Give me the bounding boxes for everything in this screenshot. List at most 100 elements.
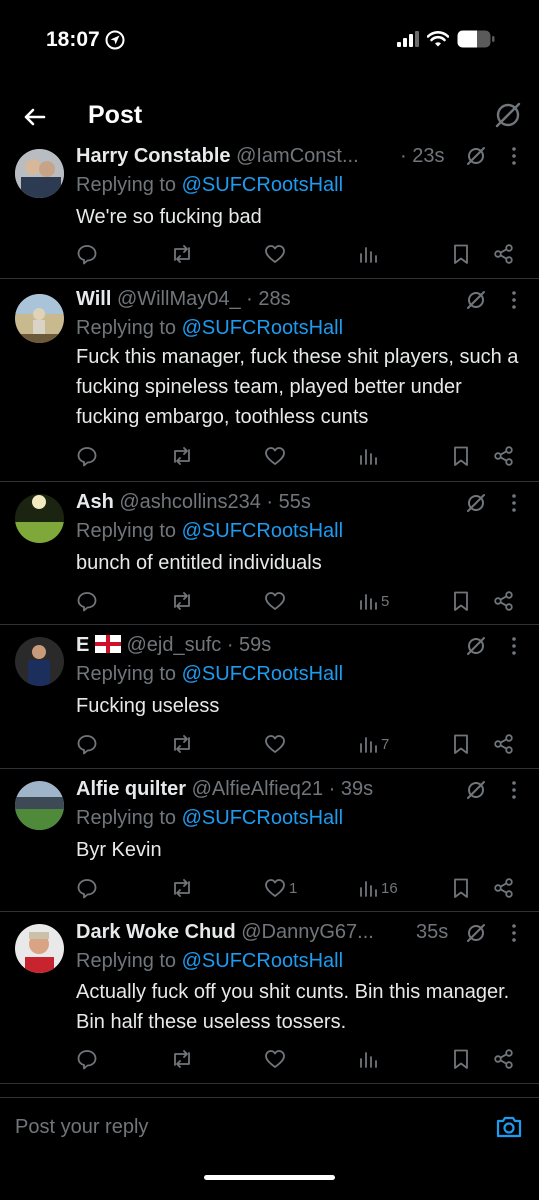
back-arrow-icon[interactable] bbox=[20, 102, 50, 132]
author-name[interactable]: Will bbox=[76, 288, 111, 310]
avatar[interactable] bbox=[15, 494, 64, 543]
author-name[interactable]: Dark Woke Chud bbox=[76, 921, 236, 943]
grok-icon[interactable] bbox=[465, 922, 487, 944]
like-icon bbox=[265, 879, 285, 897]
post-text: Fucking useless bbox=[76, 695, 220, 717]
like-icon bbox=[265, 735, 285, 753]
reply-button[interactable] bbox=[76, 875, 98, 901]
post-header: Post bbox=[0, 92, 539, 142]
mention-link[interactable]: @SUFCRootsHall bbox=[182, 950, 343, 972]
reply-post[interactable]: Alfie quilter @AlfieAlfieq21 · 39s Reply… bbox=[0, 769, 539, 912]
more-icon[interactable] bbox=[505, 145, 523, 167]
reply-post[interactable]: Harry Constable @IamConst... · 23s Reply… bbox=[0, 142, 539, 279]
like-button[interactable] bbox=[264, 588, 289, 614]
signal-icon bbox=[397, 31, 419, 47]
grok-icon[interactable] bbox=[465, 635, 487, 657]
post-author: Will @WillMay04_ · 28s bbox=[76, 286, 467, 312]
reply-icon bbox=[77, 879, 97, 899]
views-button[interactable]: 16 bbox=[358, 875, 398, 901]
page-title: Post bbox=[88, 101, 143, 129]
avatar[interactable] bbox=[15, 637, 64, 686]
author-name[interactable]: Ash bbox=[76, 491, 114, 513]
grok-icon[interactable] bbox=[465, 779, 487, 801]
avatar[interactable] bbox=[15, 924, 64, 973]
views-button[interactable]: 5 bbox=[358, 588, 389, 614]
author-name[interactable]: Harry Constable bbox=[76, 145, 231, 167]
bookmark-button[interactable] bbox=[452, 731, 470, 757]
more-icon[interactable] bbox=[505, 922, 523, 944]
reply-post[interactable]: Will @WillMay04_ · 28s Replying to @SUFC… bbox=[0, 279, 539, 482]
avatar[interactable] bbox=[15, 149, 64, 198]
share-button[interactable] bbox=[493, 1046, 515, 1072]
status-time: 18:07 bbox=[46, 28, 100, 51]
share-icon bbox=[494, 244, 513, 264]
reply-input[interactable] bbox=[15, 1116, 435, 1139]
author-handle[interactable]: @DannyG67... bbox=[241, 921, 374, 943]
grok-icon[interactable] bbox=[465, 289, 487, 311]
mention-link[interactable]: @SUFCRootsHall bbox=[182, 174, 343, 196]
author-handle[interactable]: @ashcollins234 bbox=[119, 491, 261, 513]
repost-button[interactable] bbox=[170, 875, 194, 901]
author-name[interactable]: E bbox=[76, 634, 89, 656]
views-button[interactable] bbox=[358, 241, 381, 267]
bookmark-button[interactable] bbox=[452, 241, 470, 267]
share-icon bbox=[494, 446, 513, 466]
author-name[interactable]: Alfie quilter bbox=[76, 778, 186, 800]
reply-button[interactable] bbox=[76, 1046, 98, 1072]
author-handle[interactable]: @IamConst... bbox=[236, 145, 359, 167]
home-indicator[interactable] bbox=[204, 1175, 335, 1180]
grok-icon[interactable] bbox=[465, 492, 487, 514]
bookmark-button[interactable] bbox=[452, 1046, 470, 1072]
avatar[interactable] bbox=[15, 781, 64, 830]
repost-button[interactable] bbox=[170, 1046, 194, 1072]
post-text: Fuck this manager, fuck these shit playe… bbox=[76, 346, 519, 428]
bookmark-button[interactable] bbox=[452, 588, 470, 614]
mention-link[interactable]: @SUFCRootsHall bbox=[182, 663, 343, 685]
bookmark-button[interactable] bbox=[452, 443, 470, 469]
like-button[interactable] bbox=[264, 443, 289, 469]
share-button[interactable] bbox=[493, 731, 515, 757]
reply-post[interactable]: Dark Woke Chud @DannyG67... 35s Replying… bbox=[0, 912, 539, 1084]
repost-button[interactable] bbox=[170, 731, 194, 757]
repost-button[interactable] bbox=[170, 443, 194, 469]
reply-button[interactable] bbox=[76, 241, 98, 267]
share-button[interactable] bbox=[493, 241, 515, 267]
reply-button[interactable] bbox=[76, 731, 98, 757]
reply-button[interactable] bbox=[76, 588, 98, 614]
mention-link[interactable]: @SUFCRootsHall bbox=[182, 317, 343, 339]
share-button[interactable] bbox=[493, 588, 515, 614]
reply-composer bbox=[0, 1097, 539, 1159]
bookmark-button[interactable] bbox=[452, 875, 470, 901]
views-button[interactable] bbox=[358, 443, 381, 469]
views-button[interactable] bbox=[358, 1046, 381, 1072]
share-button[interactable] bbox=[493, 875, 515, 901]
like-button[interactable] bbox=[264, 1046, 289, 1072]
more-icon[interactable] bbox=[505, 635, 523, 657]
reply-button[interactable] bbox=[76, 443, 98, 469]
grok-icon[interactable] bbox=[465, 145, 487, 167]
more-icon[interactable] bbox=[505, 289, 523, 311]
share-button[interactable] bbox=[493, 443, 515, 469]
post-time: · 59s bbox=[226, 634, 272, 656]
avatar[interactable] bbox=[15, 294, 64, 343]
author-handle[interactable]: @AlfieAlfieq21 bbox=[192, 778, 323, 800]
more-icon[interactable] bbox=[505, 492, 523, 514]
reply-post[interactable]: E @ejd_sufc · 59s Replying to @SUFCRoots… bbox=[0, 625, 539, 769]
grok-icon[interactable] bbox=[493, 100, 523, 130]
author-handle[interactable]: @WillMay04_ bbox=[117, 288, 241, 310]
mention-link[interactable]: @SUFCRootsHall bbox=[182, 520, 343, 542]
action-bar: 5 bbox=[76, 588, 515, 614]
author-handle[interactable]: @ejd_sufc bbox=[126, 634, 221, 656]
like-button[interactable] bbox=[264, 241, 289, 267]
like-button[interactable]: 1 bbox=[264, 875, 297, 901]
repost-button[interactable] bbox=[170, 588, 194, 614]
repost-button[interactable] bbox=[170, 241, 194, 267]
like-button[interactable] bbox=[264, 731, 289, 757]
more-icon[interactable] bbox=[505, 779, 523, 801]
mention-link[interactable]: @SUFCRootsHall bbox=[182, 807, 343, 829]
status-bar: 18:07 bbox=[0, 0, 539, 80]
views-button[interactable]: 7 bbox=[358, 731, 389, 757]
camera-icon[interactable] bbox=[495, 1114, 523, 1140]
replying-prefix: Replying to bbox=[76, 317, 182, 339]
reply-post[interactable]: Ash @ashcollins234 · 55s Replying to @SU… bbox=[0, 482, 539, 625]
